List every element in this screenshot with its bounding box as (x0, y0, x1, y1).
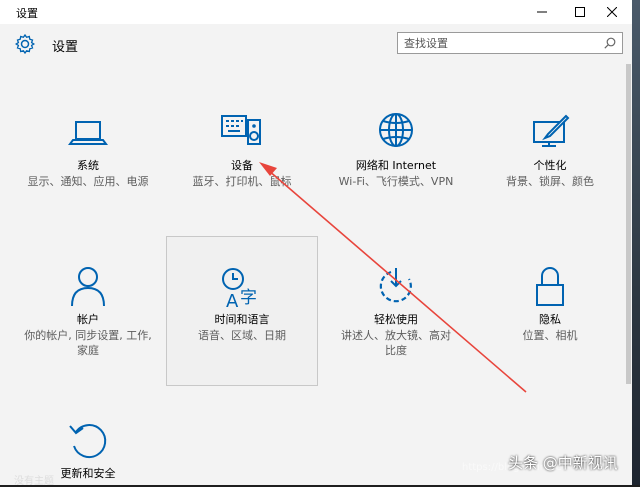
gear-icon (14, 33, 36, 55)
tile-ease-of-access[interactable]: 轻松使用 讲述人、放大镜、高对比度 (320, 266, 472, 416)
tile-description: 显示、通知、应用、电源 (27, 175, 149, 188)
window-title: 设置 (16, 7, 38, 20)
tile-description: 蓝牙、打印机、鼠标 (192, 175, 292, 188)
clock-language-icon: A 字 (222, 268, 257, 311)
tile-label: 帐户 (77, 313, 99, 326)
laptop-icon (68, 121, 108, 145)
svg-text:A: A (226, 291, 239, 311)
lock-icon (536, 267, 564, 306)
tile-system[interactable]: 系统 显示、通知、应用、电源 (12, 112, 164, 262)
person-icon (71, 267, 105, 307)
tile-privacy[interactable]: 隐私 位置、相机 (474, 266, 626, 416)
minimize-button[interactable] (524, 0, 560, 24)
paint-monitor-icon (533, 114, 570, 147)
tile-label: 网络和 Internet (355, 159, 437, 172)
ease-of-access-icon (379, 268, 412, 303)
tile-label: 个性化 (533, 159, 567, 172)
brand-watermark: 头条 @中新视讯 (508, 454, 618, 472)
tile-label: 系统 (77, 159, 99, 172)
tile-personalization[interactable]: 个性化 背景、锁屏、颜色 (474, 112, 626, 262)
tile-label: 轻松使用 (374, 313, 418, 326)
maximize-icon (575, 7, 585, 17)
tile-description: 位置、相机 (522, 329, 578, 342)
tile-description: Wi-Fi、飞行模式、VPN (338, 175, 454, 188)
keyboard-speaker-icon (221, 115, 261, 145)
settings-window: 设置 设置 系统 显示、通知、应用、电 (0, 0, 632, 485)
tile-label: 设备 (231, 159, 253, 172)
desktop-edge (632, 0, 640, 485)
tile-description: 你的帐户, 同步设置, 工作, 家庭 (24, 329, 152, 357)
scrollbar[interactable] (626, 64, 631, 384)
globe-icon (379, 113, 413, 147)
tile-description: 背景、锁屏、颜色 (506, 175, 594, 188)
tile-accounts[interactable]: 帐户 你的帐户, 同步设置, 工作, 家庭 (12, 266, 164, 416)
update-icon (69, 424, 107, 459)
svg-text:字: 字 (240, 288, 257, 308)
minimize-icon (537, 11, 547, 13)
title-bar: 设置 (0, 0, 632, 24)
close-icon (607, 7, 617, 17)
tile-label: 时间和语言 (214, 313, 270, 326)
tile-time-language[interactable]: A 字 时间和语言 语音、区域、日期 (166, 236, 318, 386)
page-title: 设置 (52, 40, 79, 55)
tile-description: 语音、区域、日期 (198, 329, 286, 342)
search-icon[interactable] (604, 37, 616, 49)
tile-network[interactable]: 网络和 Internet Wi-Fi、飞行模式、VPN (320, 112, 472, 262)
tile-label: 隐私 (539, 313, 561, 326)
search-box[interactable] (397, 32, 623, 54)
maximize-button[interactable] (562, 0, 598, 24)
settings-header: 设置 (0, 24, 632, 64)
search-input[interactable] (404, 35, 594, 51)
tile-description: 讲述人、放大镜、高对比度 (341, 329, 451, 357)
close-button[interactable] (594, 0, 630, 24)
